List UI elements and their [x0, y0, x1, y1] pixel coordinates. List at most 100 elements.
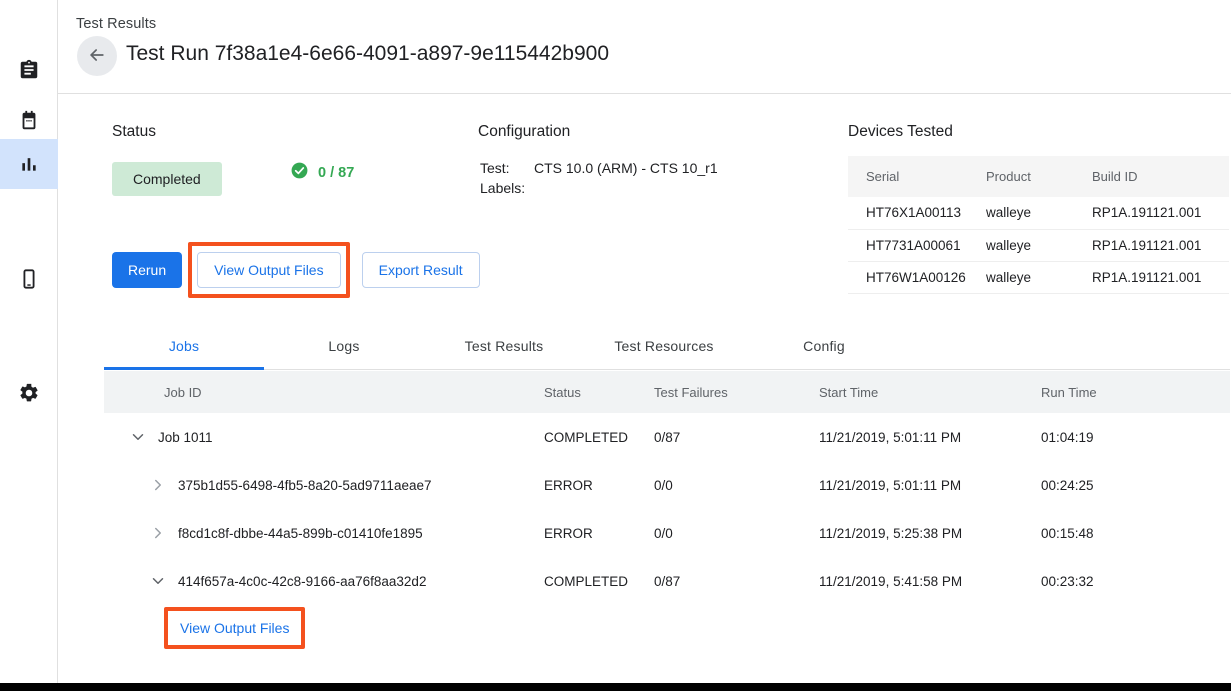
job-run-time: 01:04:19	[1041, 430, 1181, 445]
bottom-bar	[0, 683, 1231, 691]
jobs-table-header-row: Job ID Status Test Failures Start Time R…	[104, 371, 1230, 413]
page-title: Test Run 7f38a1e4-6e66-4091-a897-9e11544…	[126, 42, 609, 66]
device-product: walleye	[986, 229, 1092, 261]
view-output-files-button[interactable]: View Output Files	[197, 252, 340, 288]
job-run-time: 00:15:48	[1041, 526, 1181, 541]
config-key: Test:	[480, 158, 534, 178]
tab-test-results[interactable]: Test Results	[424, 322, 584, 370]
job-id-label: Job 1011	[158, 430, 213, 445]
action-button-row: Rerun View Output Files Export Result	[112, 252, 480, 288]
job-id-cell: 375b1d55-6498-4fb5-8a20-5ad9711aeae7	[104, 476, 544, 494]
job-failures: 0/87	[654, 574, 819, 589]
chevron-down-icon[interactable]	[138, 572, 178, 590]
bar-chart-icon	[19, 154, 39, 174]
table-row[interactable]: 414f657a-4c0c-42c8-9166-aa76f8aa32d2 COM…	[104, 557, 1230, 605]
jobs-column-job-id: Job ID	[104, 385, 544, 400]
job-start-time: 11/21/2019, 5:25:38 PM	[819, 526, 1041, 541]
device-icon	[18, 268, 40, 290]
sidebar	[0, 0, 58, 691]
arrow-left-icon	[87, 45, 107, 68]
jobs-column-status: Status	[544, 385, 654, 400]
job-status: ERROR	[544, 526, 654, 541]
job-failures: 0/87	[654, 430, 819, 445]
breadcrumb[interactable]: Test Results	[76, 16, 156, 32]
device-build-id: RP1A.191121.001	[1092, 197, 1229, 229]
tab-logs[interactable]: Logs	[264, 322, 424, 370]
tab-jobs[interactable]: Jobs	[104, 322, 264, 370]
table-row[interactable]: HT76W1A00126 walleye RP1A.191121.001	[848, 261, 1229, 293]
job-id-cell: Job 1011	[104, 428, 544, 446]
job-id-cell: f8cd1c8f-dbbe-44a5-899b-c01410fe1895	[104, 524, 544, 542]
job-start-time: 11/21/2019, 5:01:11 PM	[819, 430, 1041, 445]
device-serial: HT76W1A00126	[848, 261, 986, 293]
row-view-output-files-link[interactable]: View Output Files	[172, 614, 297, 642]
devices-table-header-row: Serial Product Build ID	[848, 156, 1229, 197]
main-area: Test Results Test Run 7f38a1e4-6e66-4091…	[58, 0, 1231, 691]
table-row[interactable]: 375b1d55-6498-4fb5-8a20-5ad9711aeae7 ERR…	[104, 461, 1230, 509]
check-circle-icon	[290, 161, 309, 185]
chevron-down-icon[interactable]	[118, 428, 158, 446]
table-row[interactable]: HT76X1A00113 walleye RP1A.191121.001	[848, 197, 1229, 229]
config-key: Labels:	[480, 178, 534, 198]
clipboard-icon	[18, 59, 40, 81]
config-row: Labels:	[480, 178, 718, 198]
job-output-files-row: View Output Files	[104, 605, 1230, 651]
chevron-right-icon[interactable]	[138, 476, 178, 494]
device-serial: HT7731A00061	[848, 229, 986, 261]
tab-bar: Jobs Logs Test Results Test Resources Co…	[104, 322, 1230, 370]
table-row[interactable]: Job 1011 COMPLETED 0/87 11/21/2019, 5:01…	[104, 413, 1230, 461]
device-product: walleye	[986, 197, 1092, 229]
job-failures: 0/0	[654, 478, 819, 493]
devices-column-serial: Serial	[848, 156, 986, 197]
sidebar-item-test-results[interactable]	[0, 139, 58, 189]
row-view-output-files-annotated: View Output Files	[172, 614, 297, 642]
export-result-button[interactable]: Export Result	[362, 252, 480, 288]
job-start-time: 11/21/2019, 5:41:58 PM	[819, 574, 1041, 589]
devices-section-title: Devices Tested	[848, 123, 953, 141]
job-status: ERROR	[544, 478, 654, 493]
job-status: COMPLETED	[544, 574, 654, 589]
devices-column-product: Product	[986, 156, 1092, 197]
status-section-title: Status	[112, 123, 156, 141]
table-row[interactable]: f8cd1c8f-dbbe-44a5-899b-c01410fe1895 ERR…	[104, 509, 1230, 557]
job-id-label: f8cd1c8f-dbbe-44a5-899b-c01410fe1895	[178, 526, 423, 541]
job-status: COMPLETED	[544, 430, 654, 445]
job-id-label: 375b1d55-6498-4fb5-8a20-5ad9711aeae7	[178, 478, 431, 493]
configuration-section-title: Configuration	[478, 123, 570, 141]
configuration-rows: Test: CTS 10.0 (ARM) - CTS 10_r1 Labels:	[480, 158, 718, 198]
sidebar-item-settings[interactable]	[0, 368, 58, 418]
device-serial: HT76X1A00113	[848, 197, 986, 229]
page-content: Status Completed 0 / 87 Configuration Te…	[58, 94, 1231, 691]
device-build-id: RP1A.191121.001	[1092, 261, 1229, 293]
config-row: Test: CTS 10.0 (ARM) - CTS 10_r1	[480, 158, 718, 178]
rerun-button[interactable]: Rerun	[112, 252, 182, 288]
device-product: walleye	[986, 261, 1092, 293]
tab-config[interactable]: Config	[744, 322, 904, 370]
job-id-label: 414f657a-4c0c-42c8-9166-aa76f8aa32d2	[178, 574, 426, 589]
pass-count: 0 / 87	[290, 162, 354, 184]
table-row[interactable]: HT7731A00061 walleye RP1A.191121.001	[848, 229, 1229, 261]
job-id-cell: 414f657a-4c0c-42c8-9166-aa76f8aa32d2	[104, 572, 544, 590]
status-badge: Completed	[112, 162, 222, 196]
page-header: Test Results Test Run 7f38a1e4-6e66-4091…	[58, 0, 1231, 94]
gear-icon	[18, 382, 40, 404]
jobs-table: Job ID Status Test Failures Start Time R…	[104, 371, 1230, 651]
sidebar-item-devices[interactable]	[0, 254, 58, 304]
test-run-details-page: Test Results Test Run 7f38a1e4-6e66-4091…	[0, 0, 1231, 691]
job-failures: 0/0	[654, 526, 819, 541]
job-run-time: 00:24:25	[1041, 478, 1181, 493]
chevron-right-icon[interactable]	[138, 524, 178, 542]
jobs-column-run-time: Run Time	[1041, 385, 1181, 400]
back-button[interactable]	[77, 36, 117, 76]
view-output-files-annotated: View Output Files	[197, 252, 340, 288]
tab-test-resources[interactable]: Test Resources	[584, 322, 744, 370]
sidebar-item-test-suites[interactable]	[0, 45, 58, 95]
pass-count-value: 0 / 87	[318, 165, 354, 181]
jobs-column-start-time: Start Time	[819, 385, 1041, 400]
devices-table: Serial Product Build ID HT76X1A00113 wal…	[848, 156, 1229, 294]
calendar-icon	[18, 110, 40, 132]
job-run-time: 00:23:32	[1041, 574, 1181, 589]
jobs-column-test-failures: Test Failures	[654, 385, 819, 400]
config-value: CTS 10.0 (ARM) - CTS 10_r1	[534, 158, 718, 178]
job-start-time: 11/21/2019, 5:01:11 PM	[819, 478, 1041, 493]
